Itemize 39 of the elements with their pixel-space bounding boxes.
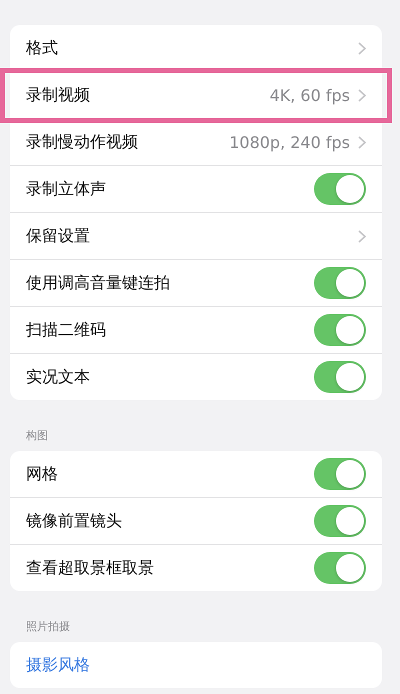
settings-row[interactable]: 格式 xyxy=(10,25,382,72)
row-label: 录制立体声 xyxy=(26,178,107,200)
row-label: 使用调高音量键连拍 xyxy=(26,272,171,294)
toggle-switch[interactable] xyxy=(314,505,366,537)
row-label: 保留设置 xyxy=(26,226,91,246)
settings-row[interactable]: 摄影风格 xyxy=(10,642,382,688)
settings-row[interactable]: 查看超取景框取景 xyxy=(10,545,382,591)
row-label: 摄影风格 xyxy=(26,654,91,676)
section-header: 照片拍摄 xyxy=(25,619,71,635)
row-label: 扫描二维码 xyxy=(26,320,107,340)
chevron-icon xyxy=(358,230,366,242)
row-label: 录制慢动作视频 xyxy=(26,132,139,152)
settings-row[interactable]: 扫描二维码 xyxy=(10,307,382,354)
settings-row[interactable]: 录制立体声 xyxy=(10,166,382,213)
chevron-icon xyxy=(358,136,366,148)
chevron-icon xyxy=(358,88,366,102)
toggle-switch[interactable] xyxy=(314,314,366,346)
settings-row[interactable]: 实况文本 xyxy=(10,354,382,400)
row-label: 录制视频 xyxy=(26,84,91,106)
toggle-switch[interactable] xyxy=(314,173,366,205)
toggle-switch[interactable] xyxy=(314,361,366,393)
row-value: 1080p, 240 fps xyxy=(229,132,350,152)
row-value: 4K, 60 fps xyxy=(270,86,350,104)
settings-row[interactable]: 网格 xyxy=(10,451,382,498)
row-label: 网格 xyxy=(26,464,59,484)
section-header: 构图 xyxy=(25,428,49,444)
toggle-switch[interactable] xyxy=(314,552,366,584)
chevron-icon xyxy=(358,42,366,54)
settings-row[interactable]: 使用调高音量键连拍 xyxy=(10,260,382,307)
row-label: 查看超取景框取景 xyxy=(26,558,155,578)
settings-row[interactable]: 镜像前置镜头 xyxy=(10,498,382,545)
row-label: 实况文本 xyxy=(26,366,91,388)
toggle-switch[interactable] xyxy=(314,267,366,299)
row-label: 格式 xyxy=(26,38,59,58)
toggle-switch[interactable] xyxy=(314,458,366,490)
settings-row[interactable]: 保留设置 xyxy=(10,213,382,260)
highlighted-row[interactable]: 录制视频 4K, 60 fps xyxy=(4,72,388,119)
settings-row[interactable]: 录制慢动作视频 1080p, 240 fps xyxy=(10,119,382,166)
row-label: 镜像前置镜头 xyxy=(26,510,123,532)
